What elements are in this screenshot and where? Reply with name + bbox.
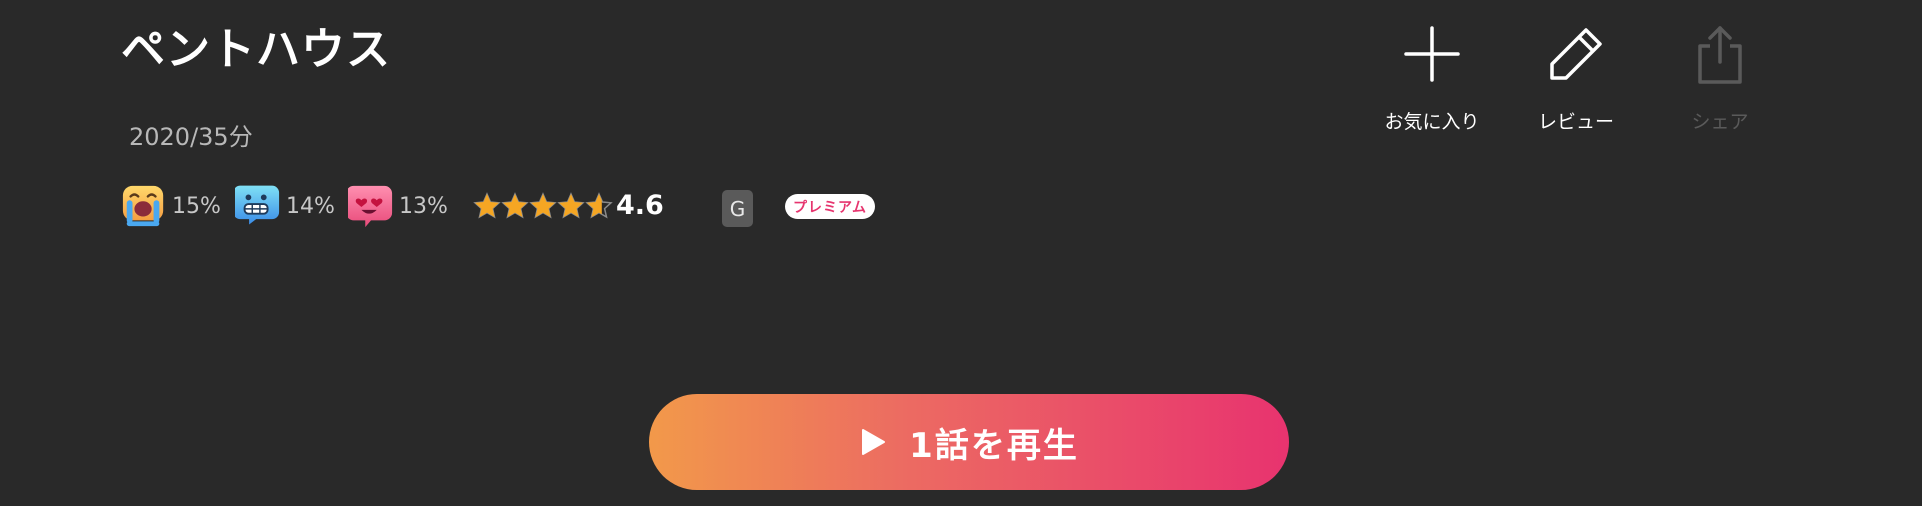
- share-label: シェア: [1691, 111, 1749, 133]
- review-label: レビュー: [1537, 111, 1614, 133]
- plus-icon: [1402, 24, 1462, 84]
- premium-badge: プレミアム: [785, 194, 875, 219]
- play-label: 1話を再生: [909, 425, 1079, 466]
- rating-value: 4.6: [616, 190, 664, 221]
- play-icon: [862, 429, 886, 455]
- reaction-percent: 13%: [399, 193, 448, 219]
- reaction-crying: 15%: [121, 182, 221, 230]
- share-button[interactable]: シェア: [1658, 22, 1778, 142]
- reaction-percent: 15%: [172, 193, 221, 219]
- info-row: 15% 14% 13% 4.6 G プレミアム: [121, 182, 1021, 230]
- star-icon: [473, 192, 501, 219]
- age-rating-badge: G: [722, 190, 753, 227]
- heart-eyes-emoji-icon: [348, 183, 394, 229]
- reaction-grimacing: 14%: [235, 182, 335, 230]
- star-icon: [557, 192, 585, 219]
- star-icon: [501, 192, 529, 219]
- grimacing-emoji-icon: [235, 183, 281, 229]
- show-meta: 2020/35分: [129, 123, 253, 151]
- reaction-percent: 14%: [286, 193, 335, 219]
- share-icon: [1690, 24, 1750, 84]
- star-icon: [529, 192, 557, 219]
- star-icon: [585, 192, 613, 219]
- favorite-label: お気に入り: [1384, 111, 1480, 133]
- review-button[interactable]: レビュー: [1514, 22, 1634, 142]
- show-title: ペントハウス: [121, 24, 391, 75]
- favorite-button[interactable]: お気に入り: [1370, 22, 1490, 142]
- reaction-heart-eyes: 13%: [348, 182, 448, 230]
- play-episode-button[interactable]: 1話を再生: [649, 394, 1289, 490]
- crying-emoji-icon: [121, 183, 167, 229]
- pencil-icon: [1546, 24, 1606, 84]
- star-rating: [473, 190, 613, 222]
